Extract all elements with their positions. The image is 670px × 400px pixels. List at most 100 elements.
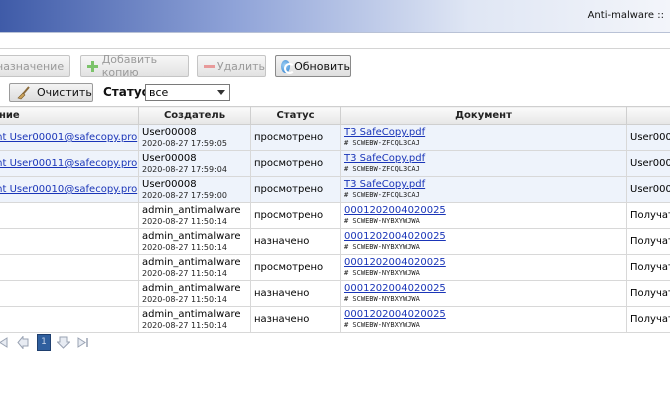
creator-cell: admin_antimalware 2020-08-27 11:50:14 bbox=[138, 228, 251, 255]
document-id: # SCWEBW-NYBXYWJWA bbox=[344, 217, 420, 225]
extra-cell: Получате bbox=[626, 228, 670, 255]
creator-cell: User00008 2020-08-27 17:59:05 bbox=[138, 124, 251, 151]
chevron-down-icon bbox=[217, 90, 225, 95]
extra-cell: User0000 bbox=[626, 124, 670, 151]
clear-button-label: Очистить bbox=[37, 86, 92, 99]
creator-date: 2020-08-27 11:50:14 bbox=[142, 242, 227, 252]
clear-button[interactable]: Очистить bbox=[9, 83, 93, 102]
table-row[interactable]: admin_antimalware 2020-08-27 11:50:14 прос… bbox=[0, 254, 670, 281]
document-id: # SCWEBW-NYBXYWJWA bbox=[344, 243, 420, 251]
delete-button[interactable]: Удалить bbox=[197, 55, 266, 77]
document-link[interactable]: Т3 SafeCopy.pdf bbox=[344, 153, 425, 164]
status-cell: назначено bbox=[250, 306, 341, 333]
extra-cell: Получате bbox=[626, 254, 670, 281]
recipient-cell bbox=[0, 228, 139, 255]
creator-cell: admin_antimalware 2020-08-27 11:50:14 bbox=[138, 202, 251, 229]
table-header-row: ние Создатель Статус Документ bbox=[0, 106, 670, 125]
delete-button-label: Удалить bbox=[216, 59, 265, 73]
broom-icon bbox=[17, 86, 30, 100]
status-filter-select[interactable]: все bbox=[145, 84, 230, 101]
document-link[interactable]: 0001202004020025 bbox=[344, 283, 446, 294]
status-cell: назначено bbox=[250, 280, 341, 307]
document-id: # SCWEBW-ZFCQL3CAJ bbox=[344, 139, 420, 147]
creator-name: admin_antimalware bbox=[142, 282, 241, 294]
creator-date: 2020-08-27 17:59:00 bbox=[142, 190, 227, 200]
column-header-name[interactable]: ние bbox=[0, 106, 139, 125]
document-cell: Т3 SafeCopy.pdf # SCWEBW-ZFCQL3CAJ bbox=[340, 150, 627, 177]
next-page-icon[interactable] bbox=[57, 336, 70, 349]
documents-table: ние Создатель Статус Документ ent User00… bbox=[0, 106, 670, 333]
minus-icon bbox=[203, 60, 215, 73]
recipient-link[interactable]: ent User00010@safecopy.pro bbox=[0, 184, 137, 195]
first-page-icon[interactable] bbox=[0, 336, 9, 349]
table-row[interactable]: ent User00001@safecopy.pro User00008 2020-… bbox=[0, 124, 670, 151]
recipient-cell bbox=[0, 306, 139, 333]
creator-date: 2020-08-27 17:59:05 bbox=[142, 138, 227, 148]
filter-bar: Очистить Статус все bbox=[0, 82, 670, 102]
table-row[interactable]: admin_antimalware 2020-08-27 11:50:14 назн… bbox=[0, 280, 670, 307]
recipient-link[interactable]: ent User00011@safecopy.pro bbox=[0, 158, 137, 169]
extra-cell: User0001 bbox=[626, 176, 670, 203]
creator-date: 2020-08-27 11:50:14 bbox=[142, 268, 227, 278]
table-row[interactable]: ent User00010@safecopy.pro User00008 2020-… bbox=[0, 176, 670, 203]
status-filter-label: Статус bbox=[103, 85, 149, 99]
recipient-cell: ent User00001@safecopy.pro bbox=[0, 124, 139, 151]
recipient-link[interactable]: ent User00001@safecopy.pro bbox=[0, 132, 137, 143]
column-header-extra bbox=[626, 106, 670, 125]
table-row[interactable]: admin_antimalware 2020-08-27 11:50:14 назн… bbox=[0, 228, 670, 255]
recipient-cell: ent User00010@safecopy.pro bbox=[0, 176, 139, 203]
creator-cell: admin_antimalware 2020-08-27 11:50:14 bbox=[138, 280, 251, 307]
recipient-cell bbox=[0, 202, 139, 229]
creator-name: admin_antimalware bbox=[142, 230, 241, 242]
creator-cell: admin_antimalware 2020-08-27 11:50:14 bbox=[138, 254, 251, 281]
table-row[interactable]: ent User00011@safecopy.pro User00008 2020-… bbox=[0, 150, 670, 177]
document-id: # SCWEBW-NYBXYWJWA bbox=[344, 269, 420, 277]
document-id: # SCWEBW-ZFCQL3CAJ bbox=[344, 165, 420, 173]
creator-date: 2020-08-27 11:50:14 bbox=[142, 216, 227, 226]
table-row[interactable]: admin_antimalware 2020-08-27 11:50:14 прос… bbox=[0, 202, 670, 229]
assign-button[interactable]: назначение bbox=[0, 55, 70, 77]
pagination: 1 bbox=[0, 334, 100, 352]
document-cell: 0001202004020025 # SCWEBW-NYBXYWJWA bbox=[340, 280, 627, 307]
status-cell: просмотрено bbox=[250, 176, 341, 203]
creator-cell: User00008 2020-08-27 17:59:04 bbox=[138, 150, 251, 177]
assign-button-label: назначение bbox=[0, 59, 65, 73]
prev-page-icon[interactable] bbox=[17, 336, 30, 349]
extra-cell: Получате bbox=[626, 306, 670, 333]
creator-date: 2020-08-27 11:50:14 bbox=[142, 294, 227, 304]
creator-name: admin_antimalware bbox=[142, 256, 241, 268]
creator-name: User00008 bbox=[142, 178, 197, 190]
creator-date: 2020-08-27 17:59:04 bbox=[142, 164, 227, 174]
status-cell: назначено bbox=[250, 228, 341, 255]
extra-cell: User0001 bbox=[626, 150, 670, 177]
status-cell: просмотрено bbox=[250, 254, 341, 281]
document-cell: 0001202004020025 # SCWEBW-NYBXYWJWA bbox=[340, 228, 627, 255]
refresh-button[interactable]: Обновить bbox=[275, 55, 351, 77]
refresh-button-label: Обновить bbox=[294, 59, 350, 73]
document-cell: Т3 SafeCopy.pdf # SCWEBW-ZFCQL3CAJ bbox=[340, 124, 627, 151]
column-header-status[interactable]: Статус bbox=[250, 106, 341, 125]
status-cell: просмотрено bbox=[250, 150, 341, 177]
header-divider bbox=[0, 48, 670, 49]
current-page-button[interactable]: 1 bbox=[37, 334, 51, 351]
add-copy-button-label: Добавить копию bbox=[101, 53, 158, 79]
column-header-document[interactable]: Документ bbox=[340, 106, 627, 125]
document-link[interactable]: 0001202004020025 bbox=[344, 309, 446, 320]
creator-cell: admin_antimalware 2020-08-27 11:50:14 bbox=[138, 306, 251, 333]
recipient-cell bbox=[0, 254, 139, 281]
document-link[interactable]: 0001202004020025 bbox=[344, 257, 446, 268]
app-header: Anti-malware :: bbox=[0, 0, 670, 33]
plus-icon bbox=[86, 60, 98, 73]
last-page-icon[interactable] bbox=[76, 336, 89, 349]
add-copy-button[interactable]: Добавить копию bbox=[80, 53, 189, 79]
extra-cell: Получате bbox=[626, 202, 670, 229]
column-header-creator[interactable]: Создатель bbox=[138, 106, 251, 125]
document-link[interactable]: Т3 SafeCopy.pdf bbox=[344, 179, 425, 190]
table-row[interactable]: admin_antimalware 2020-08-27 11:50:14 назн… bbox=[0, 306, 670, 333]
document-link[interactable]: Т3 SafeCopy.pdf bbox=[344, 127, 425, 138]
app-title: Anti-malware :: bbox=[587, 10, 664, 21]
document-link[interactable]: 0001202004020025 bbox=[344, 205, 446, 216]
document-link[interactable]: 0001202004020025 bbox=[344, 231, 446, 242]
creator-name: User00008 bbox=[142, 152, 197, 164]
document-id: # SCWEBW-NYBXYWJWA bbox=[344, 295, 420, 303]
